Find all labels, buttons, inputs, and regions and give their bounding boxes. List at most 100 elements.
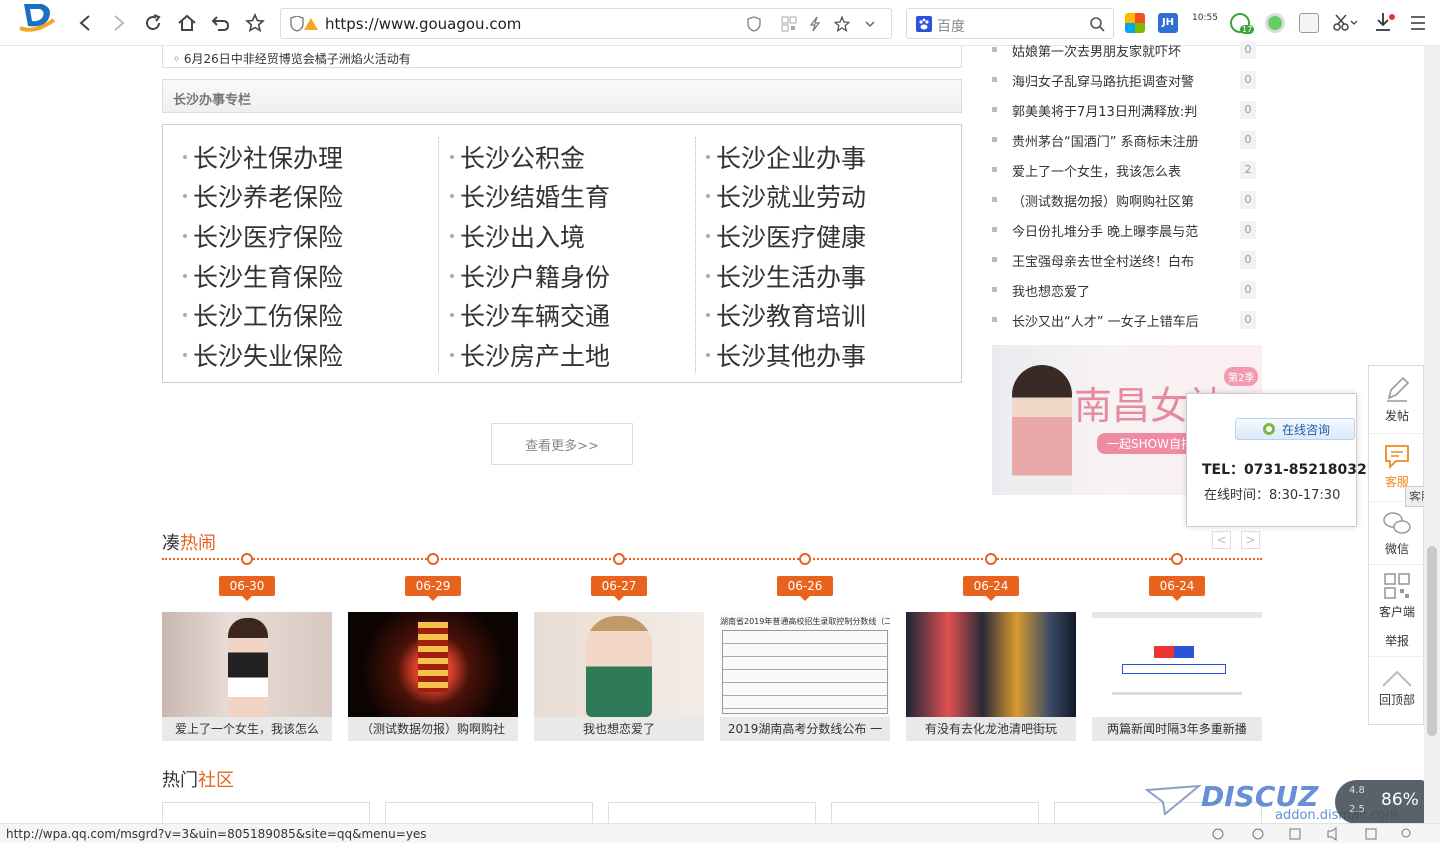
chevron-down-icon[interactable] bbox=[864, 18, 876, 30]
list-item[interactable]: 姑娘第一次去男朋友家就吓坏 0 bbox=[992, 35, 1262, 65]
list-item[interactable]: 郭美美将于7月13日刑满释放:判 0 bbox=[992, 95, 1262, 125]
service-link[interactable]: 长沙养老保险 bbox=[163, 177, 418, 217]
event-photo bbox=[348, 612, 518, 717]
clock-extension-icon[interactable]: 10:55 bbox=[1192, 13, 1218, 33]
list-item[interactable]: 我也想恋爱了 0 bbox=[992, 275, 1262, 305]
banner-photo bbox=[1012, 365, 1072, 495]
wechat-icon bbox=[1383, 512, 1411, 534]
event-caption: 我也想恋爱了 bbox=[534, 717, 704, 741]
screenshot-icon[interactable] bbox=[1299, 13, 1319, 33]
service-link[interactable]: 长沙房产土地 bbox=[430, 335, 685, 375]
list-item[interactable]: 贵州茅台“国酒门” 系商标未注册 0 bbox=[992, 125, 1262, 155]
list-item[interactable]: 长沙又出“人才” 一女子上错车后 0 bbox=[992, 305, 1262, 335]
menu-icon[interactable] bbox=[1410, 15, 1426, 31]
timeline-dot bbox=[799, 553, 811, 565]
service-link[interactable]: 长沙医疗保险 bbox=[163, 216, 418, 256]
scissors-icon[interactable] bbox=[1333, 14, 1357, 32]
notice-link[interactable]: ◦ 6月26日中非经贸博览会橘子洲焰火活动有 bbox=[173, 50, 411, 67]
event-card[interactable]: 湖南省2019年普通高校招生录取控制分数线（二） 2019湖南高考分数线公布 一 bbox=[720, 612, 890, 741]
service-link[interactable]: 长沙生育保险 bbox=[163, 256, 418, 296]
browser-logo[interactable] bbox=[14, 0, 60, 34]
scroll-thumb[interactable] bbox=[1427, 546, 1437, 736]
event-card[interactable]: （测试数据勿报）购啊购社 bbox=[348, 612, 518, 741]
view-more-button[interactable]: 查看更多>> bbox=[491, 423, 633, 465]
event-photo bbox=[162, 612, 332, 717]
client-button[interactable]: 客户端 bbox=[1369, 572, 1425, 620]
circle-extension-icon[interactable] bbox=[1265, 13, 1285, 33]
post-title: 我也想恋爱了 bbox=[1012, 285, 1091, 300]
page-scrollbar[interactable] bbox=[1424, 46, 1440, 823]
service-button[interactable]: 客服 bbox=[1369, 442, 1425, 490]
service-hours: 在线时间：8:30-17:30 bbox=[1204, 488, 1341, 503]
service-link[interactable]: 长沙出入境 bbox=[430, 216, 685, 256]
wechat-button[interactable]: 微信 bbox=[1369, 509, 1425, 557]
refresh-badge-icon[interactable]: 17 bbox=[1230, 13, 1255, 34]
event-card[interactable]: 我也想恋爱了 bbox=[534, 612, 704, 741]
apps-grid-icon[interactable] bbox=[1125, 13, 1145, 33]
report-button[interactable]: 举报 bbox=[1369, 632, 1425, 649]
reply-count: 0 bbox=[1240, 131, 1256, 149]
address-bar[interactable]: https://www.gouagou.com bbox=[280, 8, 892, 39]
prev-arrow-button[interactable]: < bbox=[1212, 531, 1231, 549]
event-card[interactable]: 爱上了一个女生，我该怎么 bbox=[162, 612, 332, 741]
event-date: 06-30 bbox=[219, 576, 275, 601]
post-button[interactable]: 发帖 bbox=[1369, 374, 1425, 424]
status-tools-icons[interactable] bbox=[1210, 827, 1420, 841]
banner-badge: 第2季 bbox=[1224, 367, 1259, 386]
community-card[interactable] bbox=[831, 802, 1039, 824]
reload-button[interactable] bbox=[142, 12, 164, 34]
search-icon[interactable] bbox=[1089, 16, 1105, 32]
online-consult-button[interactable]: 在线咨询 bbox=[1235, 418, 1355, 440]
upload-speed: 4.8 bbox=[1349, 785, 1365, 796]
service-link[interactable]: 长沙失业保险 bbox=[163, 335, 418, 375]
bookmark-star-icon[interactable] bbox=[834, 16, 850, 32]
list-item[interactable]: （测试数据勿报）购啊购社区第 0 bbox=[992, 185, 1262, 215]
service-link[interactable]: 长沙就业劳动 bbox=[686, 177, 941, 217]
event-photo bbox=[534, 612, 704, 717]
back-to-top-button[interactable]: 回顶部 bbox=[1369, 666, 1425, 708]
community-card[interactable] bbox=[608, 802, 816, 824]
event-photo bbox=[1092, 612, 1262, 717]
post-title: 郭美美将于7月13日刑满释放:判 bbox=[1012, 105, 1198, 120]
reply-count: 0 bbox=[1240, 281, 1256, 299]
download-icon[interactable] bbox=[1374, 12, 1398, 34]
community-card[interactable] bbox=[162, 802, 370, 824]
service-link[interactable]: 长沙户籍身份 bbox=[430, 256, 685, 296]
next-arrow-button[interactable]: > bbox=[1241, 531, 1260, 549]
favorite-star-icon[interactable] bbox=[244, 12, 266, 34]
list-item[interactable]: 爱上了一个女生，我该怎么表 2 bbox=[992, 155, 1262, 185]
plane-logo-icon bbox=[1145, 784, 1201, 816]
list-item[interactable]: 海归女子乱穿马路抗拒调查对警 0 bbox=[992, 65, 1262, 95]
memory-percent: 86% bbox=[1381, 790, 1419, 810]
service-link[interactable]: 长沙医疗健康 bbox=[686, 216, 941, 256]
back-button[interactable] bbox=[74, 12, 96, 34]
list-item[interactable]: 王宝强母亲去世全村送终！白布 0 bbox=[992, 245, 1262, 275]
event-card[interactable]: 有没有去化龙池清吧街玩 bbox=[906, 612, 1076, 741]
home-button[interactable] bbox=[176, 12, 198, 34]
service-link[interactable]: 长沙车辆交通 bbox=[430, 295, 685, 335]
client-label: 客户端 bbox=[1378, 605, 1415, 619]
service-link[interactable]: 长沙教育培训 bbox=[686, 295, 941, 335]
service-link[interactable]: 长沙社保办理 bbox=[163, 137, 418, 177]
forward-button[interactable] bbox=[108, 12, 130, 34]
service-link[interactable]: 长沙公积金 bbox=[430, 137, 685, 177]
service-link[interactable]: 长沙企业办事 bbox=[686, 137, 941, 177]
list-item[interactable]: 今日份扎堆分手 晚上曝李晨与范 0 bbox=[992, 215, 1262, 245]
service-link[interactable]: 长沙工伤保险 bbox=[163, 295, 418, 335]
jh-extension-icon[interactable]: JH bbox=[1158, 13, 1178, 33]
undo-close-button[interactable] bbox=[210, 12, 232, 34]
service-link[interactable]: 长沙其他办事 bbox=[686, 335, 941, 375]
qr-icon[interactable] bbox=[781, 16, 797, 32]
reply-count: 0 bbox=[1240, 41, 1256, 59]
message-icon bbox=[1385, 445, 1409, 470]
section-header: 长沙办事专栏 bbox=[162, 79, 962, 113]
post-title: 姑娘第一次去男朋友家就吓坏 bbox=[1012, 45, 1182, 60]
community-card[interactable] bbox=[385, 802, 593, 824]
notice-strip: ◦ 6月26日中非经贸博览会橘子洲焰火活动有 bbox=[162, 46, 962, 68]
service-link[interactable]: 长沙结婚生育 bbox=[430, 177, 685, 217]
post-title: 贵州茅台“国酒门” 系商标未注册 bbox=[1012, 135, 1199, 150]
service-link[interactable]: 长沙生活办事 bbox=[686, 256, 941, 296]
lightning-icon[interactable] bbox=[808, 16, 822, 32]
event-card[interactable]: 两篇新闻时隔3年多重新播 bbox=[1092, 612, 1262, 741]
shield-icon[interactable] bbox=[746, 16, 762, 32]
